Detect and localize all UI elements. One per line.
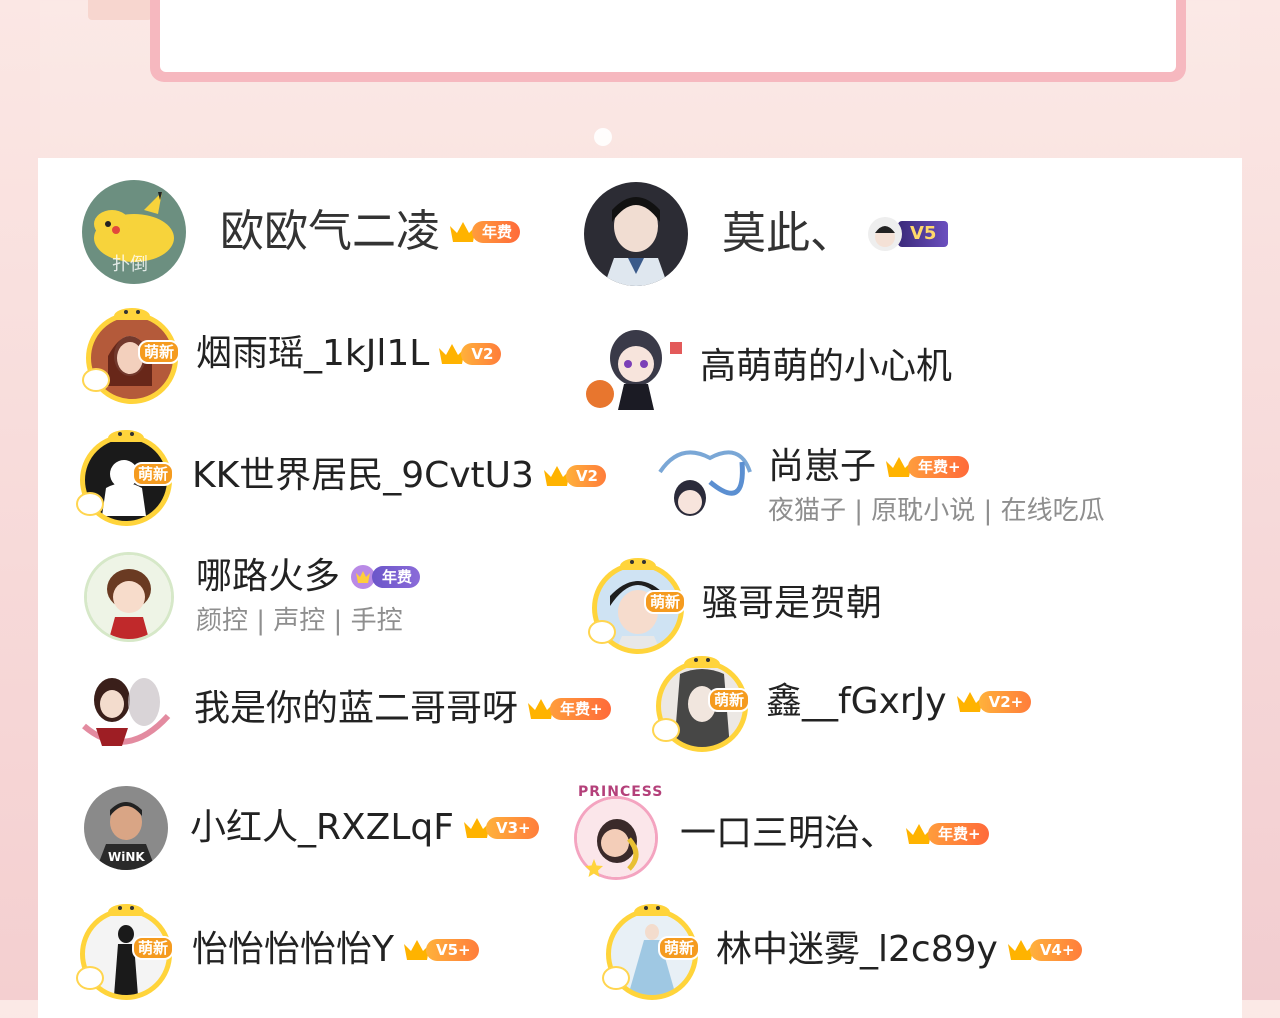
membership-badge: V3+ <box>462 814 539 842</box>
avatar[interactable] <box>584 322 684 412</box>
chick-frame-icon <box>114 308 150 320</box>
member-tags: 夜猫子 | 原耽小说 | 在线吃瓜 <box>768 496 1105 526</box>
avatar-caption: WiNK <box>108 850 145 864</box>
background-right <box>1240 0 1280 1000</box>
chick-frame-icon <box>108 430 144 442</box>
member-item[interactable]: 萌新 鑫__fGxrJy V2+ <box>652 654 1032 752</box>
membership-badge: 年费 <box>448 218 521 246</box>
new-member-tag: 萌新 <box>132 936 175 960</box>
avatar[interactable] <box>78 666 174 752</box>
membership-badge: V2 <box>542 462 606 490</box>
member-item[interactable]: 莫此、 V5 <box>584 182 949 286</box>
member-item[interactable]: 萌新 烟雨瑶_1kJl1L V2 <box>82 306 502 404</box>
avatar[interactable]: 萌新 <box>652 654 752 752</box>
chick-frame-icon <box>108 904 144 916</box>
member-name[interactable]: KK世界居民_9CvtU3 <box>192 455 534 497</box>
member-item[interactable]: 扑倒 欧欧气二凌 年费 <box>82 180 521 284</box>
avatar[interactable]: 萌新 <box>602 902 702 1000</box>
anime-boy-avatar-icon <box>584 182 688 286</box>
member-item[interactable]: WiNK 小红人_RXZLqF V3+ <box>84 786 539 870</box>
avatar[interactable]: 萌新 <box>82 306 182 404</box>
member-item[interactable]: PRINCESS 一口三明治、 年费+ <box>566 784 989 884</box>
vip-level-badge: V5 <box>868 217 949 251</box>
avatar[interactable] <box>584 182 688 286</box>
member-tags: 颜控 | 声控 | 手控 <box>196 606 403 636</box>
star-icon <box>585 859 603 877</box>
member-item[interactable]: 萌新 林中迷雾_l2c89y V4+ <box>602 902 1083 1000</box>
avatar[interactable]: 萌新 <box>76 428 176 526</box>
background-tab <box>88 0 152 20</box>
member-name[interactable]: 欧欧气二凌 <box>220 206 440 258</box>
member-name[interactable]: 烟雨瑶_1kJl1L <box>196 333 429 375</box>
member-name[interactable]: 尚崽子 <box>768 446 876 488</box>
chick-frame-icon <box>634 904 670 916</box>
membership-badge: V4+ <box>1006 936 1083 964</box>
avatar[interactable]: WiNK <box>84 786 168 870</box>
membership-badge: 年费 <box>348 563 421 591</box>
chick-frame-icon <box>684 656 720 668</box>
couple-avatar-icon <box>78 666 174 752</box>
chibi-character-avatar-icon <box>650 442 754 532</box>
member-item[interactable]: 我是你的蓝二哥哥呀 年费+ <box>78 666 611 752</box>
member-item[interactable]: 高萌萌的小心机 <box>584 322 952 412</box>
membership-badge: V5+ <box>402 936 479 964</box>
background-left <box>0 0 40 1000</box>
member-item[interactable]: 萌新 怡怡怡怡怡Y V5+ <box>76 902 479 1000</box>
member-item[interactable]: 萌新 骚哥是贺朝 <box>588 556 882 654</box>
membership-badge: 年费+ <box>884 453 969 481</box>
avatar[interactable] <box>650 442 754 532</box>
avatar[interactable] <box>84 552 174 642</box>
chibi-boy-avatar-icon <box>87 555 171 639</box>
member-name[interactable]: 我是你的蓝二哥哥呀 <box>194 688 518 730</box>
chibi-girl-avatar-icon <box>584 322 684 412</box>
member-item[interactable]: 萌新 KK世界居民_9CvtU3 V2 <box>76 428 606 526</box>
avatar[interactable]: 萌新 <box>588 556 688 654</box>
decorative-dot <box>594 128 612 146</box>
new-member-tag: 萌新 <box>132 462 175 486</box>
member-name[interactable]: 怡怡怡怡怡Y <box>192 929 394 971</box>
membership-badge: V2+ <box>955 688 1032 716</box>
new-member-tag: 萌新 <box>708 688 751 712</box>
avatar-caption: PRINCESS <box>578 784 664 800</box>
membership-badge: V2 <box>437 340 502 368</box>
membership-badge: 年费+ <box>904 820 989 848</box>
member-name[interactable]: 小红人_RXZLqF <box>190 807 454 849</box>
member-item[interactable]: 尚崽子 年费+ 夜猫子 | 原耽小说 | 在线吃瓜 <box>650 442 1105 532</box>
member-item[interactable]: 哪路火多 年费 颜控 | 声控 | 手控 <box>84 552 421 642</box>
top-card <box>150 0 1186 82</box>
member-name[interactable]: 莫此、 <box>722 208 854 260</box>
member-name[interactable]: 哪路火多 <box>196 556 340 598</box>
avatar[interactable]: PRINCESS <box>566 784 666 884</box>
new-member-tag: 萌新 <box>658 936 701 960</box>
avatar[interactable]: 萌新 <box>76 902 176 1000</box>
new-member-tag: 萌新 <box>138 340 181 364</box>
member-name[interactable]: 骚哥是贺朝 <box>702 583 882 625</box>
new-member-tag: 萌新 <box>644 590 687 614</box>
vip-face-icon <box>868 217 902 251</box>
top-card-body <box>160 0 1176 72</box>
chick-frame-icon <box>620 558 656 570</box>
member-name[interactable]: 一口三明治、 <box>680 813 896 855</box>
avatar[interactable]: 扑倒 <box>82 180 186 284</box>
member-name[interactable]: 林中迷雾_l2c89y <box>716 929 998 971</box>
avatar-caption: 扑倒 <box>112 254 148 275</box>
member-name[interactable]: 高萌萌的小心机 <box>700 346 952 388</box>
member-name[interactable]: 鑫__fGxrJy <box>766 681 947 723</box>
membership-badge: 年费+ <box>526 695 611 723</box>
